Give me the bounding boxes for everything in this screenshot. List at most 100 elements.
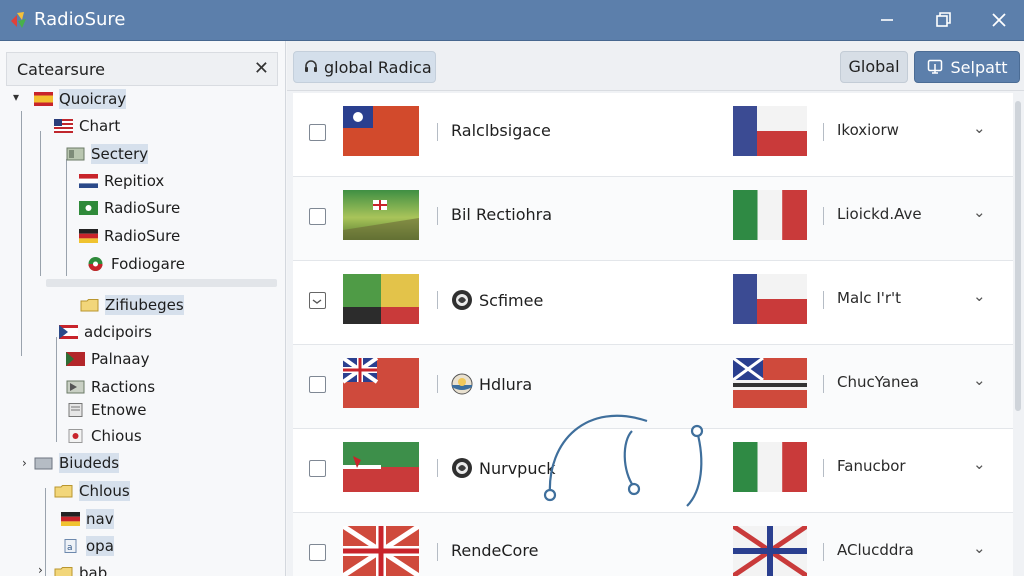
station-flag-thumb bbox=[343, 274, 419, 324]
close-button[interactable] bbox=[986, 8, 1012, 32]
chevron-down-icon[interactable]: ⌄ bbox=[973, 119, 986, 137]
minimize-button[interactable] bbox=[874, 8, 900, 32]
station-language: Ikoxiorw bbox=[837, 121, 899, 139]
chevron-down-icon[interactable]: ⌄ bbox=[973, 371, 986, 389]
category-sidebar: Catearsure ✕ ▾ › › Quoicray Chart Secter… bbox=[0, 41, 286, 576]
row-checkbox[interactable] bbox=[309, 292, 326, 309]
tree-guide bbox=[21, 111, 22, 356]
folder-icon bbox=[66, 147, 85, 161]
tree-item-chious[interactable]: Chious bbox=[66, 423, 142, 449]
toolbar: global Radica Global Selpatt bbox=[287, 41, 1024, 91]
tree-item-bab[interactable]: bab bbox=[54, 560, 107, 576]
folder-icon bbox=[54, 485, 73, 498]
tree-item-label: RadioSure bbox=[104, 227, 181, 245]
tree-item-label: Fodiogare bbox=[111, 255, 185, 273]
expand-caret-icon[interactable]: ▾ bbox=[13, 90, 19, 104]
row-checkbox[interactable] bbox=[309, 376, 326, 393]
flag-us-icon bbox=[54, 119, 73, 133]
station-name-text: Bil Rectiohra bbox=[451, 205, 553, 224]
tree-item-label: Chart bbox=[79, 117, 121, 135]
tree-item-sectery[interactable]: Sectery bbox=[66, 141, 149, 167]
tree-item-biudeds[interactable]: Biudeds bbox=[34, 450, 120, 476]
tree-item-nav[interactable]: nav bbox=[61, 506, 114, 532]
station-row[interactable]: Ralclbsigace Ikoxiorw ⌄ bbox=[293, 93, 1013, 177]
station-language: Malc I'r't bbox=[837, 289, 902, 307]
tree-item-label: Chlous bbox=[79, 481, 130, 501]
collapse-caret-icon[interactable]: › bbox=[38, 563, 43, 576]
chevron-down-icon[interactable]: ⌄ bbox=[973, 203, 986, 221]
station-name-text: Ralclbsigace bbox=[451, 121, 551, 140]
tree-item-chart[interactable]: Chart bbox=[54, 113, 120, 139]
sidebar-close-button[interactable]: ✕ bbox=[254, 58, 269, 79]
app-title: RadioSure bbox=[34, 9, 126, 30]
global-radio-search[interactable]: global Radica bbox=[293, 51, 436, 83]
column-divider bbox=[437, 123, 438, 141]
station-flag-thumb bbox=[343, 442, 419, 492]
tree-item-label: Zifiubeges bbox=[105, 295, 184, 315]
chevron-down-icon[interactable]: ⌄ bbox=[973, 287, 986, 305]
station-row[interactable]: Hdlura ChucYanea ⌄ bbox=[293, 345, 1013, 429]
column-divider bbox=[823, 375, 824, 393]
tree-item-label: Chious bbox=[91, 427, 142, 445]
tree-item-radiosure-2[interactable]: RadioSure bbox=[79, 223, 180, 249]
station-flag-thumb bbox=[343, 358, 419, 408]
doc-icon bbox=[68, 403, 83, 417]
flag-de-icon bbox=[79, 229, 98, 243]
station-row[interactable]: Bil Rectiohra Lioickd.Ave ⌄ bbox=[293, 177, 1013, 261]
folder-icon bbox=[34, 457, 53, 470]
folder-icon bbox=[66, 380, 85, 394]
language-flag bbox=[733, 190, 807, 240]
tree-item-radiosure[interactable]: RadioSure bbox=[79, 195, 180, 221]
column-divider bbox=[437, 375, 438, 393]
tree-item-label: Etnowe bbox=[91, 401, 147, 419]
tree-item-chlous[interactable]: Chlous bbox=[54, 478, 130, 504]
partial-check-icon bbox=[312, 299, 322, 304]
tree-item-fodiogare[interactable]: Fodiogare bbox=[86, 251, 185, 277]
select-label: Selpatt bbox=[950, 57, 1008, 77]
minimize-icon bbox=[881, 19, 893, 21]
global-button[interactable]: Global bbox=[840, 51, 908, 83]
column-divider bbox=[437, 207, 438, 225]
station-panel: global Radica Global Selpatt Ralclbsigac… bbox=[287, 41, 1024, 576]
tree-item-quoicray[interactable]: Quoicray bbox=[34, 86, 127, 112]
select-button[interactable]: Selpatt bbox=[914, 51, 1020, 83]
tree-item-adcipoirs[interactable]: adcipoirs bbox=[59, 319, 152, 345]
row-checkbox[interactable] bbox=[309, 460, 326, 477]
column-divider bbox=[823, 459, 824, 477]
station-name: Bil Rectiohra bbox=[451, 205, 552, 224]
tree-item-etnowe[interactable]: Etnowe bbox=[66, 397, 147, 423]
tree-item-zifiubeges[interactable]: Zifiubeges bbox=[80, 292, 184, 318]
tree-item-repitiox[interactable]: Repitiox bbox=[79, 168, 164, 194]
row-checkbox[interactable] bbox=[309, 208, 326, 225]
flag-de-icon bbox=[61, 512, 80, 526]
chevron-down-icon[interactable]: ⌄ bbox=[973, 455, 986, 473]
tree-item-label: bab bbox=[79, 564, 108, 576]
tree-guide bbox=[56, 337, 57, 442]
vertical-scrollbar[interactable] bbox=[1015, 101, 1021, 411]
tree-item-label: nav bbox=[86, 509, 114, 529]
tree-item-opa[interactable]: a opa bbox=[61, 533, 114, 559]
language-flag bbox=[733, 526, 807, 576]
select-icon bbox=[927, 59, 942, 74]
restore-button[interactable] bbox=[930, 8, 956, 32]
title-bar: RadioSure bbox=[0, 0, 1024, 41]
folder-icon bbox=[54, 567, 73, 576]
station-row[interactable]: Nurvpuck Fanucbor ⌄ bbox=[293, 429, 1013, 513]
tree-item-label: RadioSure bbox=[104, 199, 181, 217]
station-name-text: Scfimee bbox=[479, 290, 544, 310]
row-checkbox[interactable] bbox=[309, 544, 326, 561]
chevron-down-icon[interactable]: ⌄ bbox=[973, 539, 986, 557]
tree-item-palnaay[interactable]: Palnaay bbox=[66, 346, 150, 372]
collapse-caret-icon[interactable]: › bbox=[22, 456, 27, 470]
row-checkbox[interactable] bbox=[309, 124, 326, 141]
station-row[interactable]: Scfimee Malc I'r't ⌄ bbox=[293, 261, 1013, 345]
column-divider bbox=[437, 543, 438, 561]
column-divider bbox=[437, 291, 438, 309]
station-row[interactable]: RendeCore AClucddra ⌄ bbox=[293, 513, 1013, 576]
tree-guide bbox=[40, 131, 41, 276]
globe-icon bbox=[452, 290, 472, 310]
globe-icon bbox=[452, 458, 472, 478]
column-divider bbox=[823, 543, 824, 561]
station-name-text: RendeCore bbox=[451, 541, 539, 560]
column-divider bbox=[823, 207, 824, 225]
